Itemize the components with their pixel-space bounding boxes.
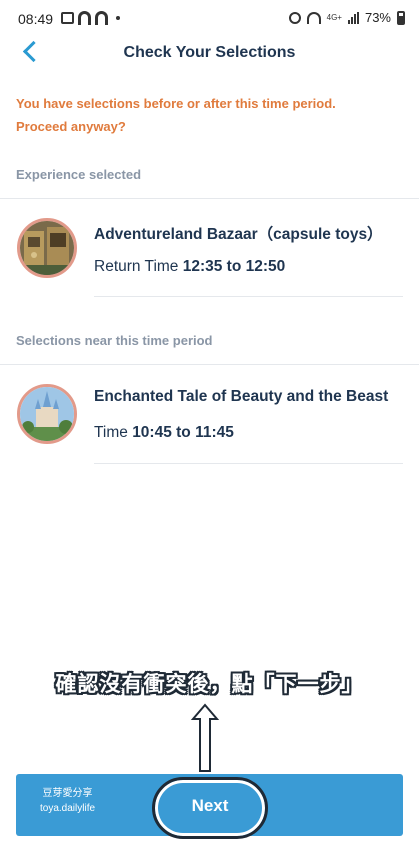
list-item-nearby[interactable]: Enchanted Tale of Beauty and the Beast T… <box>0 364 419 463</box>
section-label-experience: Experience selected <box>16 167 142 182</box>
selection-time: Time 10:45 to 11:45 <box>94 424 234 442</box>
arrow-up-icon <box>190 703 220 772</box>
hotspot-icon <box>306 11 321 24</box>
time-label: Time <box>94 424 133 441</box>
signal-icon <box>347 11 359 24</box>
app-notification-icon <box>78 11 91 25</box>
time-label: Return Time <box>94 258 183 275</box>
system-icons: 4G+ 73% <box>288 10 405 25</box>
attraction-name: Enchanted Tale of Beauty and the Beast <box>94 388 389 405</box>
notification-icons <box>61 11 120 25</box>
divider <box>94 296 403 297</box>
network-type-label: 4G+ <box>326 12 342 22</box>
next-button[interactable]: Next <box>152 780 268 832</box>
annotation-caption: 確認沒有衝突後，點「下一步」 <box>55 673 364 696</box>
alarm-icon <box>288 11 301 24</box>
page-title: Check Your Selections <box>123 44 296 61</box>
time-value: 12:35 to 12:50 <box>182 258 286 275</box>
watermark: 豆芽愛分享 toya.dailylife <box>40 786 95 816</box>
return-time: Return Time 12:35 to 12:50 <box>94 258 285 276</box>
list-item-experience[interactable]: Adventureland Bazaar（capsule toys） Retur… <box>0 198 419 296</box>
battery-percent: 73% <box>364 10 391 25</box>
divider <box>94 463 403 464</box>
watermark-line: 豆芽愛分享 <box>42 788 93 799</box>
warning-message: You have selections before or after this… <box>16 96 336 134</box>
section-label-nearby: Selections near this time period <box>16 333 213 348</box>
watermark-line: toya.dailylife <box>40 803 96 814</box>
bottom-action-bar: 豆芽愛分享 toya.dailylife Next <box>16 774 403 839</box>
header: Check Your Selections <box>0 36 419 72</box>
attraction-thumbnail <box>17 384 77 444</box>
attraction-thumbnail <box>17 218 77 278</box>
battery-icon <box>397 10 405 25</box>
attraction-name: Adventureland Bazaar（capsule toys） <box>94 226 383 243</box>
time-value: 10:45 to 11:45 <box>132 424 234 441</box>
status-bar: 08:49 4G+ 73% <box>0 0 419 36</box>
gallery-icon <box>61 12 74 24</box>
app-notification-icon <box>95 11 108 25</box>
more-notifications-icon <box>116 16 120 20</box>
status-time: 08:49 <box>18 11 54 27</box>
